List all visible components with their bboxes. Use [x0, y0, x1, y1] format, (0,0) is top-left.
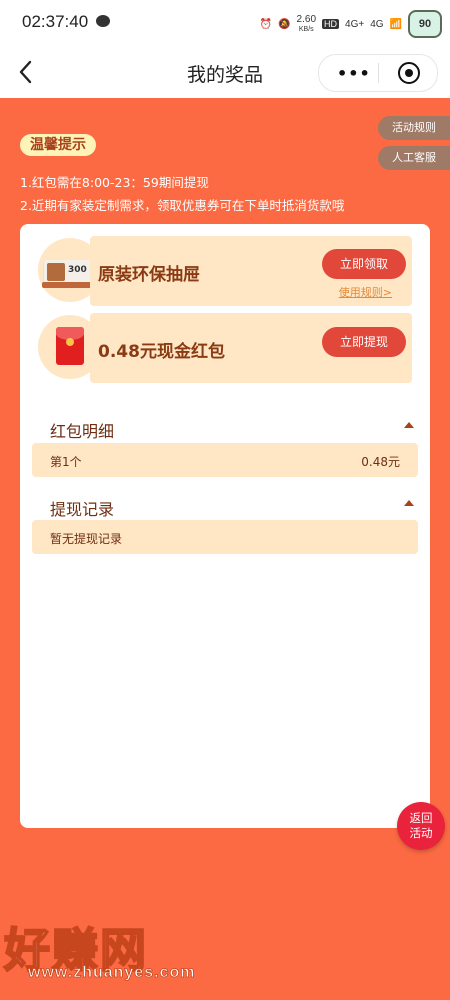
empty-state-row: 暂无提现记录 [32, 520, 418, 554]
table-row: 第1个 0.48元 [32, 443, 418, 477]
status-bar: 02:37:40 ⏰ 🔕 2.60 KB/s HD 4G+ 4G 📶 90 [0, 0, 450, 46]
tip-line-2: 2.近期有家装定制需求，领取优惠券可在下单时抵消货款哦 [20, 198, 345, 213]
signal-icon-1: 4G+ [345, 18, 365, 30]
redpacket-section-title[interactable]: 红包明细 [50, 418, 114, 442]
signal-icon-2: 4G [370, 18, 384, 30]
prize-title: 原装环保抽屉 [98, 265, 200, 285]
collapse-caret-icon[interactable] [404, 500, 414, 506]
net-speed-unit: KB/s [298, 25, 314, 33]
withdraw-button[interactable]: 立即提现 [322, 327, 406, 357]
nav-bar: 我的奖品 ••• [0, 46, 450, 98]
tips-badge: 温馨提示 [20, 134, 96, 156]
more-icon[interactable]: ••• [337, 64, 371, 83]
empty-text: 暂无提现记录 [50, 532, 123, 546]
customer-service-button[interactable]: 人工客服 [378, 146, 450, 170]
mute-icon: 🔕 [278, 18, 291, 30]
message-icon [96, 15, 110, 27]
status-icons: ⏰ 🔕 2.60 KB/s HD 4G+ 4G 📶 90 [260, 10, 442, 38]
claim-button[interactable]: 立即领取 [322, 249, 406, 279]
prize-title: 0.48元现金红包 [98, 342, 225, 362]
status-time: 02:37:40 [22, 12, 89, 31]
wifi-icon: 📶 [389, 18, 402, 30]
coupon-value: 300 [68, 265, 87, 275]
usage-rules-link[interactable]: 使用规则> [339, 284, 392, 300]
coupon-stripe [47, 263, 65, 281]
net-speed: 2.60 KB/s [296, 13, 317, 34]
row-amount: 0.48元 [361, 455, 400, 469]
mini-program-capsule: ••• [318, 54, 438, 92]
capsule-divider [378, 63, 379, 83]
tip-line-1: 1.红包需在8:00-23：59期间提现 [20, 175, 209, 190]
coupon-icon: 300 [44, 260, 96, 284]
alarm-icon: ⏰ [259, 18, 273, 30]
hd-icon: HD [322, 19, 340, 29]
return-label-2: 活动 [409, 826, 433, 840]
close-target-icon[interactable] [398, 62, 420, 84]
prize-item-drawer: 原装环保抽屉 立即领取 使用规则> [90, 236, 412, 306]
battery-icon: 90 [408, 10, 442, 38]
net-speed-value: 2.60 [296, 13, 317, 25]
activity-rules-button[interactable]: 活动规则 [378, 116, 450, 140]
return-label-1: 返回 [409, 811, 433, 825]
watermark-url: www.zhuanyes.com [28, 964, 196, 982]
red-envelope-icon [56, 327, 84, 365]
withdraw-section-title[interactable]: 提现记录 [50, 496, 114, 520]
prize-item-cash: 0.48元现金红包 立即提现 [90, 313, 412, 383]
return-activity-button[interactable]: 返回 活动 [397, 802, 445, 850]
row-label: 第1个 [50, 455, 82, 469]
collapse-caret-icon[interactable] [404, 422, 414, 428]
